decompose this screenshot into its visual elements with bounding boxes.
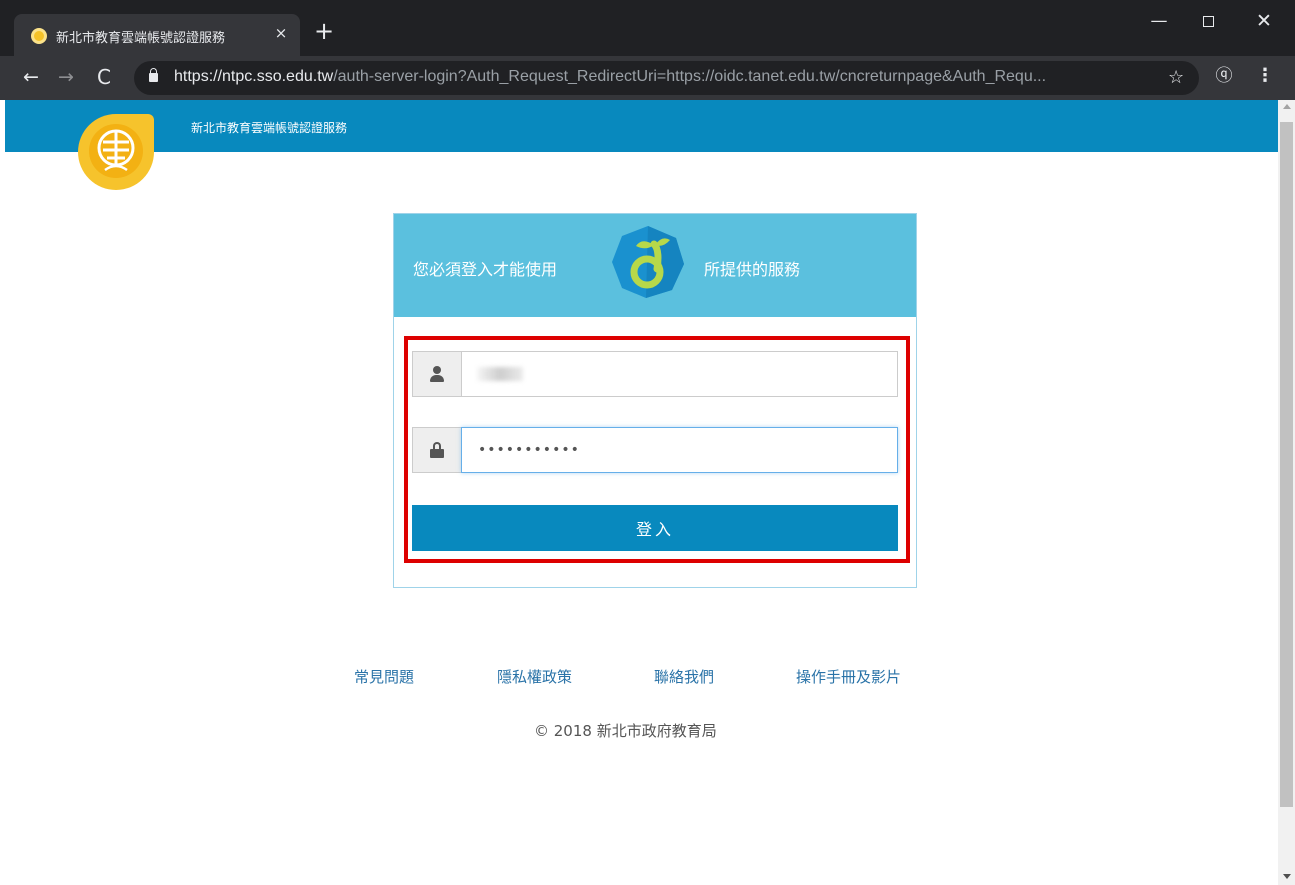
tab-strip: 新北市教育雲端帳號認證服務 × + — ✕ — [0, 0, 1295, 56]
url-host: https://ntpc.sso.edu.tw — [174, 68, 334, 85]
tab-close-icon[interactable]: × — [272, 24, 290, 42]
reload-button[interactable]: C — [91, 64, 117, 90]
user-icon — [430, 366, 444, 382]
login-prompt-after: 所提供的服務 — [704, 260, 801, 279]
maximize-button[interactable] — [1193, 10, 1223, 32]
footer-links: 常見問題 隱私權政策 聯絡我們 操作手冊及影片 — [0, 666, 1278, 690]
username-addon — [412, 351, 461, 397]
minimize-button[interactable]: — — [1144, 10, 1174, 32]
footer-link-manual[interactable]: 操作手冊及影片 — [796, 666, 901, 687]
password-addon — [412, 427, 461, 473]
site-header: 新北市教育雲端帳號認證服務 — [5, 100, 1278, 152]
site-title: 新北市教育雲端帳號認證服務 — [191, 121, 348, 135]
copyright-text: © 2018 新北市政府教育局 — [534, 722, 717, 740]
login-button[interactable]: 登入 — [412, 505, 898, 551]
url-text[interactable]: https://ntpc.sso.edu.tw/auth-server-logi… — [174, 68, 1129, 86]
menu-icon[interactable]: ⋮ — [1256, 62, 1274, 90]
scroll-up-icon[interactable] — [1283, 104, 1291, 109]
lock-icon — [430, 442, 444, 458]
blurred-username — [477, 367, 523, 381]
new-tab-button[interactable]: + — [313, 19, 335, 43]
login-card-header: 您必須登入才能使用 所提供的服務 — [394, 214, 916, 317]
login-prompt-before: 您必須登入才能使用 — [413, 260, 558, 279]
username-input[interactable] — [461, 351, 898, 397]
browser-tab[interactable]: 新北市教育雲端帳號認證服務 × — [14, 14, 300, 56]
lock-icon[interactable] — [149, 68, 158, 82]
password-group — [412, 427, 898, 473]
favicon-icon — [31, 28, 47, 44]
footer-link-privacy[interactable]: 隱私權政策 — [497, 666, 572, 687]
username-group — [412, 351, 898, 397]
star-icon[interactable]: ☆ — [1168, 67, 1184, 88]
back-button[interactable]: ← — [18, 64, 44, 90]
maximize-icon — [1202, 15, 1214, 27]
extension-icon[interactable]: ⓠ — [1213, 62, 1235, 90]
scroll-down-icon[interactable] — [1283, 874, 1291, 879]
login-card: 您必須登入才能使用 所提供的服務 登入 — [393, 213, 917, 588]
logo-glyph-icon — [97, 129, 135, 172]
forward-button[interactable]: → — [53, 64, 79, 90]
close-window-button[interactable]: ✕ — [1249, 10, 1279, 32]
password-input[interactable] — [461, 427, 898, 473]
service-logo-icon — [612, 226, 684, 298]
page-viewport: 新北市教育雲端帳號認證服務 您必須登入才能使用 所提供的服務 •••••••••… — [0, 100, 1278, 885]
address-bar[interactable]: https://ntpc.sso.edu.tw/auth-server-logi… — [134, 61, 1199, 95]
footer-link-contact[interactable]: 聯絡我們 — [654, 666, 714, 687]
site-logo[interactable] — [78, 114, 154, 190]
tab-title: 新北市教育雲端帳號認證服務 — [56, 31, 226, 46]
logo-emblem — [89, 124, 143, 178]
url-path: /auth-server-login?Auth_Request_Redirect… — [333, 68, 1047, 85]
footer-link-faq[interactable]: 常見問題 — [354, 666, 414, 687]
scroll-thumb[interactable] — [1280, 122, 1293, 807]
page-scrollbar[interactable] — [1278, 100, 1295, 885]
browser-toolbar: ← → C https://ntpc.sso.edu.tw/auth-serve… — [0, 56, 1295, 100]
